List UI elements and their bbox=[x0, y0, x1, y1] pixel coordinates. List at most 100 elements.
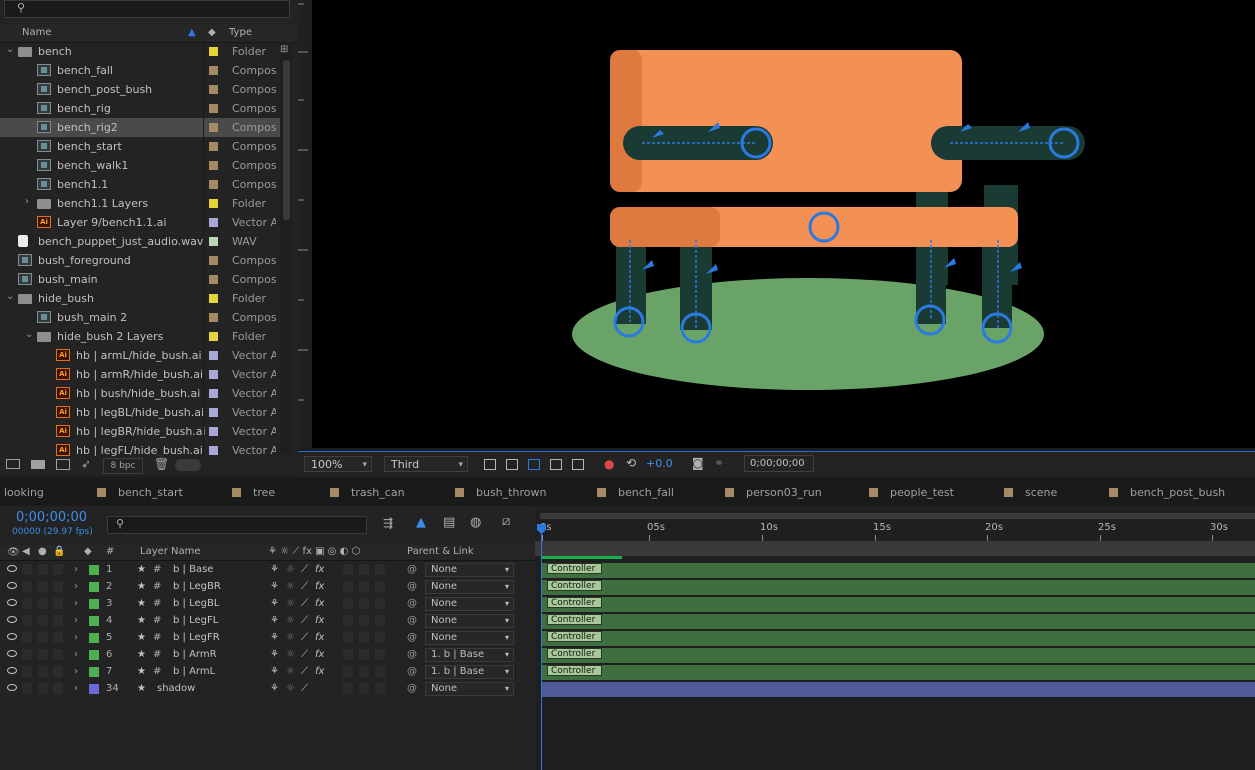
layer-duration-bar[interactable] bbox=[542, 597, 1255, 612]
composition-tab[interactable]: tree bbox=[232, 486, 275, 499]
pick-whip-icon[interactable]: @ bbox=[407, 666, 417, 677]
project-item[interactable]: › bench1.1 Layers Folder bbox=[0, 194, 280, 214]
project-item[interactable]: bench_start Composi bbox=[0, 137, 280, 157]
chevron-right-icon[interactable]: › bbox=[74, 615, 78, 626]
label-color-swatch[interactable] bbox=[209, 142, 218, 151]
label-color-swatch[interactable] bbox=[209, 332, 218, 341]
visibility-eye-icon[interactable] bbox=[7, 582, 17, 589]
trash-icon[interactable]: 🗑 bbox=[154, 457, 169, 471]
project-item[interactable]: bush_main Composi bbox=[0, 270, 280, 290]
layer-row[interactable]: › 1 ★ # b | Base ⚘ ☼ ⟋ fx @ None ▾ bbox=[0, 562, 535, 579]
composition-mini-flowchart-icon[interactable]: ⇶ bbox=[383, 516, 393, 530]
quality-icon[interactable]: ⟋ bbox=[301, 564, 308, 575]
solo-toggle[interactable] bbox=[38, 598, 48, 609]
frame-blend-toggle[interactable] bbox=[343, 649, 353, 660]
label-color-swatch[interactable] bbox=[209, 275, 218, 284]
composition-tab[interactable]: person03_run bbox=[725, 486, 822, 499]
pick-whip-icon[interactable]: @ bbox=[407, 564, 417, 575]
label-color-swatch[interactable] bbox=[89, 684, 99, 694]
lock-icon[interactable]: 🔒 bbox=[53, 546, 65, 557]
parent-dropdown[interactable]: None ▾ bbox=[425, 631, 514, 645]
parent-dropdown[interactable]: 1. b | Base ▾ bbox=[425, 665, 514, 679]
solo-toggle[interactable] bbox=[38, 632, 48, 643]
chevron-right-icon[interactable]: › bbox=[74, 581, 78, 592]
effects-icon[interactable]: fx bbox=[315, 649, 324, 660]
chevron-down-icon[interactable]: ⌄ bbox=[6, 44, 14, 55]
project-item[interactable]: bench_rig Composi bbox=[0, 99, 280, 119]
color-channels-icon[interactable]: ● bbox=[604, 457, 614, 471]
frame-blend-toggle[interactable] bbox=[343, 598, 353, 609]
parent-dropdown[interactable]: None ▾ bbox=[425, 597, 514, 611]
audio-toggle[interactable] bbox=[22, 666, 32, 677]
project-item[interactable]: bush_foreground Composi bbox=[0, 251, 280, 271]
label-color-swatch[interactable] bbox=[209, 313, 218, 322]
chevron-right-icon[interactable]: › bbox=[74, 666, 78, 677]
effects-icon[interactable]: fx bbox=[315, 666, 324, 677]
layer-name-header[interactable]: Layer Name bbox=[140, 546, 201, 557]
layer-name[interactable]: b | LegFR bbox=[173, 632, 220, 643]
composition-tab[interactable]: bench_fall bbox=[597, 486, 674, 499]
composition-tab[interactable]: bench_post_bush bbox=[1109, 486, 1225, 499]
pick-whip-icon[interactable]: @ bbox=[407, 649, 417, 660]
layer-name[interactable]: shadow bbox=[157, 683, 195, 694]
motion-blur-toggle[interactable] bbox=[359, 649, 369, 660]
audio-toggle[interactable] bbox=[22, 649, 32, 660]
pick-whip-icon[interactable]: @ bbox=[407, 581, 417, 592]
label-color-swatch[interactable] bbox=[89, 667, 99, 677]
frame-blend-toggle[interactable] bbox=[343, 564, 353, 575]
label-color-swatch[interactable] bbox=[209, 104, 218, 113]
shy-icon[interactable]: ⚘ bbox=[270, 632, 279, 643]
label-color-swatch[interactable] bbox=[209, 294, 218, 303]
layer-row[interactable]: › 4 ★ # b | LegFL ⚘ ☼ ⟋ fx @ None ▾ bbox=[0, 613, 535, 630]
column-name-header[interactable]: Name bbox=[22, 27, 52, 38]
chevron-right-icon[interactable]: › bbox=[74, 564, 78, 575]
layer-name[interactable]: b | ArmL bbox=[173, 666, 215, 677]
project-item[interactable]: bench_puppet_just_audio.wav WAV bbox=[0, 232, 280, 252]
layer-duration-bar[interactable] bbox=[542, 631, 1255, 646]
parent-dropdown[interactable]: None ▾ bbox=[425, 563, 514, 577]
lock-toggle[interactable] bbox=[53, 632, 63, 643]
audio-toggle[interactable] bbox=[22, 564, 32, 575]
project-item[interactable]: Ai hb | legBR/hide_bush.ai Vector Ar bbox=[0, 422, 280, 442]
shy-icon[interactable]: ⚘ bbox=[270, 598, 279, 609]
shy-icon[interactable]: ⚘ bbox=[270, 683, 279, 694]
label-color-swatch[interactable] bbox=[209, 370, 218, 379]
collapse-icon[interactable]: ☼ bbox=[286, 632, 295, 643]
lock-toggle[interactable] bbox=[53, 598, 63, 609]
current-time-indicator[interactable] bbox=[541, 528, 542, 770]
parent-dropdown[interactable]: None ▾ bbox=[425, 682, 514, 696]
parent-dropdown[interactable]: None ▾ bbox=[425, 580, 514, 594]
layer-row[interactable]: › 34 ★ shadow ⚘ ☼ ⟋ @ None ▾ bbox=[0, 681, 535, 698]
label-color-swatch[interactable] bbox=[209, 199, 218, 208]
project-item[interactable]: Ai hb | bush/hide_bush.ai Vector Ar bbox=[0, 384, 280, 404]
quality-icon[interactable]: ⟋ bbox=[301, 581, 308, 592]
draft-3d-icon[interactable]: ▲ bbox=[416, 515, 426, 530]
layer-name[interactable]: b | LegFL bbox=[173, 615, 218, 626]
lock-toggle[interactable] bbox=[53, 649, 63, 660]
viewer-timecode[interactable]: 0;00;00;00 bbox=[744, 455, 814, 472]
visibility-eye-icon[interactable] bbox=[7, 633, 17, 640]
project-toggle[interactable] bbox=[175, 459, 201, 471]
frame-blend-toggle[interactable] bbox=[343, 683, 353, 694]
layer-duration-bar[interactable] bbox=[542, 580, 1255, 595]
bit-depth-button[interactable]: 8 bpc bbox=[103, 458, 143, 474]
exposure-value[interactable]: +0.0 bbox=[646, 457, 673, 470]
composition-tab[interactable]: scene bbox=[1004, 486, 1057, 499]
frame-blending-icon[interactable]: ▤ bbox=[443, 515, 455, 530]
collapse-icon[interactable]: ☼ bbox=[286, 564, 295, 575]
layer-row[interactable]: › 5 ★ # b | LegFR ⚘ ☼ ⟋ fx @ None ▾ bbox=[0, 630, 535, 647]
audio-toggle[interactable] bbox=[22, 683, 32, 694]
timeline-timecode[interactable]: 0;00;00;00 bbox=[16, 510, 87, 525]
lock-toggle[interactable] bbox=[53, 615, 63, 626]
quality-icon[interactable]: ⟋ bbox=[301, 649, 308, 660]
mask-visibility-icon[interactable] bbox=[528, 459, 540, 470]
chevron-right-icon[interactable]: › bbox=[74, 649, 78, 660]
3d-layer-toggle[interactable] bbox=[375, 615, 385, 626]
lock-toggle[interactable] bbox=[53, 564, 63, 575]
layer-duration-bar[interactable] bbox=[542, 648, 1255, 663]
motion-blur-toggle[interactable] bbox=[359, 581, 369, 592]
motion-blur-toggle[interactable] bbox=[359, 683, 369, 694]
grid-guides-icon[interactable] bbox=[572, 459, 584, 470]
visibility-eye-icon[interactable] bbox=[7, 684, 17, 691]
label-color-swatch[interactable] bbox=[209, 237, 218, 246]
